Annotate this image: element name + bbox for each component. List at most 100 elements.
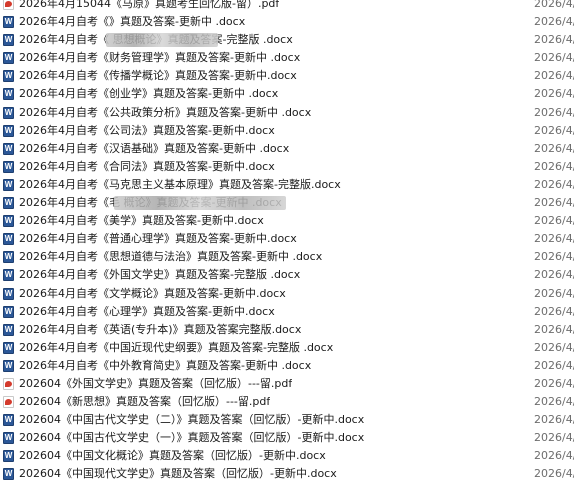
file-name: 2026年4月自考《财务管理学》真题及答案-更新中 .docx <box>19 51 301 65</box>
pdf-icon <box>3 0 14 10</box>
file-name: 2026年4月自考《英语(专升本)》真题及答案完整版.docx <box>19 322 302 336</box>
file-date: 2026/4/ <box>534 376 574 390</box>
word-icon <box>3 197 14 210</box>
file-row[interactable]: 2026年4月自考《普通心理学》真题及答案-更新中.docx 2026/4/ <box>0 230 574 248</box>
file-date: 2026/4/ <box>534 340 574 354</box>
file-date: 2026/4/ <box>534 69 574 83</box>
word-icon <box>3 251 14 264</box>
word-icon <box>3 233 14 246</box>
file-name: 202604《中国古代文学史（一）》真题及答案（回忆版）-更新中.docx <box>19 431 365 445</box>
file-name: 2026年4月自考《心理学》真题及答案-更新中.docx <box>19 304 275 318</box>
file-date: 2026/4/ <box>534 33 574 47</box>
file-row[interactable]: 2026年4月自考《》真题及答案-更新中 .docx 2026/4/ <box>0 13 574 31</box>
file-row[interactable]: 2026年4月自考《马克思主义基本原理》真题及答案-完整版.docx 2026/… <box>0 176 574 194</box>
file-row[interactable]: 2026年4月自考《中国近现代史纲要》真题及答案-完整版 .docx 2026/… <box>0 339 574 357</box>
word-icon <box>3 341 14 354</box>
file-name: 202604《中国文化概论》真题及答案（回忆版）-更新中.docx <box>19 449 326 463</box>
word-icon <box>3 124 14 137</box>
word-icon <box>3 52 14 65</box>
file-date: 2026/4/ <box>534 15 574 29</box>
word-icon <box>3 287 14 300</box>
file-row[interactable]: 2026年4月自考《心理学》真题及答案-更新中.docx 2026/4/ <box>0 303 574 321</box>
file-name: 2026年4月自考《》真题及答案-更新中 .docx <box>19 15 246 29</box>
file-row[interactable]: 2026年4月自考《公共政策分析》真题及答案-更新中 .docx 2026/4/ <box>0 104 574 122</box>
file-date: 2026/4/ <box>534 123 574 137</box>
word-icon <box>3 178 14 191</box>
file-row[interactable]: 2026年4月自考《英语(专升本)》真题及答案完整版.docx 2026/4/ <box>0 321 574 339</box>
file-name: 202604《中国现代文学史》真题及答案（回忆版）-更新中.docx <box>19 467 337 481</box>
file-name: 202604《中国古代文学史（二）》真题及答案（回忆版）-更新中.docx <box>19 413 365 427</box>
file-row[interactable]: 2026年4月自考《传播学概论》真题及答案-更新中.docx 2026/4/ <box>0 67 574 85</box>
file-date: 2026/4/ <box>534 358 574 372</box>
file-date: 2026/4/ <box>534 413 574 427</box>
file-row[interactable]: 2026年4月自考《文学概论》真题及答案-更新中.docx 2026/4/ <box>0 285 574 303</box>
file-name: 2026年4月自考《创业学》真题及答案-更新中 .docx <box>19 87 279 101</box>
word-icon <box>3 88 14 101</box>
file-name: 2026年4月自考《汉语基础》真题及答案-更新中 .docx <box>19 141 290 155</box>
file-name: 2026年4月自考《公共政策分析》真题及答案-更新中 .docx <box>19 105 312 119</box>
file-name: 202604《外国文学史》真题及答案（回忆版）---留.pdf <box>19 376 293 390</box>
word-icon <box>3 70 14 83</box>
word-icon <box>3 142 14 155</box>
file-row[interactable]: 2026年4月自考《美学》真题及答案-更新中.docx 2026/4/ <box>0 212 574 230</box>
file-date: 2026/4/ <box>534 87 574 101</box>
redaction-blur <box>114 196 286 211</box>
file-name: 2026年4月自考《公司法》真题及答案-更新中.docx <box>19 123 275 137</box>
file-date: 2026/4/ <box>534 449 574 463</box>
file-date: 2026/4/ <box>534 304 574 318</box>
file-row[interactable]: 2026年4月自考《毛 概论》真题及答案-更新中 .docx 2026/4/ <box>0 194 574 212</box>
word-icon <box>3 450 14 463</box>
word-icon <box>3 16 14 29</box>
pdf-icon <box>3 377 14 390</box>
file-date: 2026/4/ <box>534 467 574 481</box>
file-row[interactable]: 2026年4月自考《外国文学史》真题及答案-完整版 .docx 2026/4/ <box>0 266 574 284</box>
file-name: 2026年4月自考《外国文学史》真题及答案-完整版 .docx <box>19 268 301 282</box>
file-date: 2026/4/ <box>534 322 574 336</box>
file-row[interactable]: 202604《中国古代文学史（一）》真题及答案（回忆版）-更新中.docx 20… <box>0 429 574 447</box>
file-date: 2026/4/ <box>534 196 574 210</box>
file-row[interactable]: 2026年4月自考《财务管理学》真题及答案-更新中 .docx 2026/4/ <box>0 49 574 67</box>
file-date: 2026/4/ <box>534 232 574 246</box>
file-name: 2026年4月自考《中外教育简史》真题及答案-更新中 .docx <box>19 358 312 372</box>
file-name: 2026年4月自考《马克思主义基本原理》真题及答案-完整版.docx <box>19 177 341 191</box>
word-icon <box>3 305 14 318</box>
file-row[interactable]: 202604《新思想》真题及答案（回忆版）---留.pdf 2026/4/ <box>0 393 574 411</box>
file-name: 2026年4月自考《文学概论》真题及答案-更新中.docx <box>19 286 286 300</box>
word-icon <box>3 215 14 228</box>
file-list: 2026年4月15044《马原》真题考生回忆版-留）.pdf 2026/4/ 2… <box>0 0 574 484</box>
file-row[interactable]: 2026年4月15044《马原》真题考生回忆版-留）.pdf 2026/4/ <box>0 0 574 13</box>
file-row[interactable]: 202604《中国现代文学史》真题及答案（回忆版）-更新中.docx 2026/… <box>0 465 574 483</box>
file-date: 2026/4/ <box>534 250 574 264</box>
file-name: 202604《新思想》真题及答案（回忆版）---留.pdf <box>19 395 271 409</box>
redaction-blur <box>106 33 218 48</box>
file-row[interactable]: 2026年4月自考《 思想概论》真题及答案-完整版 .docx 2026/4/ <box>0 31 574 49</box>
file-date: 2026/4/ <box>534 214 574 228</box>
file-date: 2026/4/ <box>534 177 574 191</box>
file-row[interactable]: 2026年4月自考《汉语基础》真题及答案-更新中 .docx 2026/4/ <box>0 140 574 158</box>
file-name: 2026年4月15044《马原》真题考生回忆版-留）.pdf <box>19 0 280 10</box>
file-name: 2026年4月自考《合同法》真题及答案-更新中.docx <box>19 159 275 173</box>
file-date: 2026/4/ <box>534 141 574 155</box>
file-row[interactable]: 202604《中国文化概论》真题及答案（回忆版）-更新中.docx 2026/4… <box>0 447 574 465</box>
file-date: 2026/4/ <box>534 268 574 282</box>
file-row[interactable]: 2026年4月自考《思想道德与法治》真题及答案-更新中 .docx 2026/4… <box>0 248 574 266</box>
file-date: 2026/4/ <box>534 0 574 10</box>
file-date: 2026/4/ <box>534 51 574 65</box>
word-icon <box>3 160 14 173</box>
file-row[interactable]: 202604《外国文学史》真题及答案（回忆版）---留.pdf 2026/4/ <box>0 375 574 393</box>
file-name: 2026年4月自考《思想道德与法治》真题及答案-更新中 .docx <box>19 250 323 264</box>
file-name: 2026年4月自考《传播学概论》真题及答案-更新中.docx <box>19 69 297 83</box>
file-name: 2026年4月自考《中国近现代史纲要》真题及答案-完整版 .docx <box>19 340 334 354</box>
file-date: 2026/4/ <box>534 159 574 173</box>
word-icon <box>3 468 14 481</box>
file-date: 2026/4/ <box>534 395 574 409</box>
file-date: 2026/4/ <box>534 431 574 445</box>
word-icon <box>3 323 14 336</box>
file-row[interactable]: 2026年4月自考《中外教育简史》真题及答案-更新中 .docx 2026/4/ <box>0 357 574 375</box>
file-row[interactable]: 2026年4月自考《创业学》真题及答案-更新中 .docx 2026/4/ <box>0 85 574 103</box>
file-row[interactable]: 2026年4月自考《合同法》真题及答案-更新中.docx 2026/4/ <box>0 158 574 176</box>
file-row[interactable]: 2026年4月自考《公司法》真题及答案-更新中.docx 2026/4/ <box>0 122 574 140</box>
word-icon <box>3 106 14 119</box>
word-icon <box>3 414 14 427</box>
file-row[interactable]: 202604《中国古代文学史（二）》真题及答案（回忆版）-更新中.docx 20… <box>0 411 574 429</box>
